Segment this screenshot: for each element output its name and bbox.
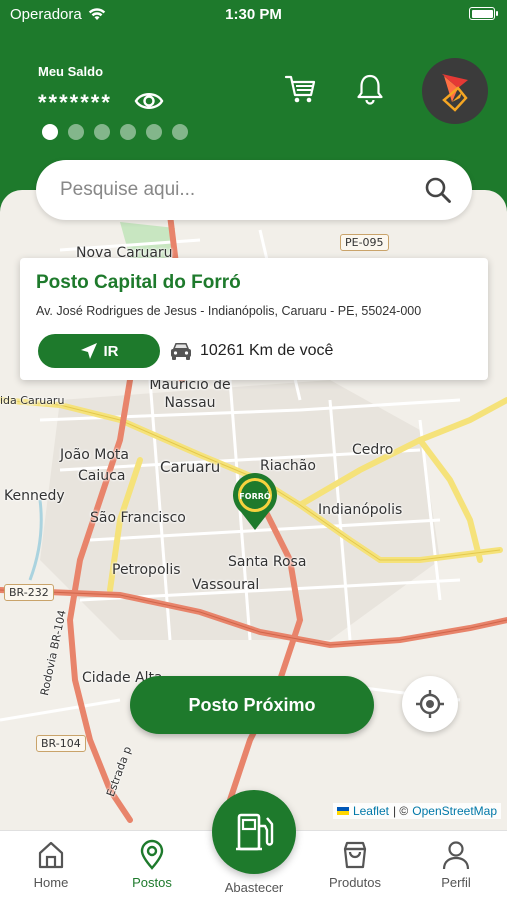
carousel-dot[interactable] bbox=[68, 124, 84, 140]
map-label: Vassoural bbox=[192, 577, 260, 593]
map-pin-icon bbox=[140, 839, 164, 870]
station-map-pin-icon[interactable]: FORRÓ bbox=[229, 470, 281, 532]
map-label: Cedro bbox=[352, 442, 394, 458]
avatar[interactable] bbox=[422, 58, 488, 124]
nav-item-postos[interactable]: Postos bbox=[107, 839, 197, 890]
home-icon bbox=[38, 841, 64, 869]
osm-link[interactable]: OpenStreetMap bbox=[412, 804, 497, 818]
road-shield: BR-232 bbox=[4, 584, 54, 601]
balance-label: Meu Saldo bbox=[38, 64, 104, 79]
ukraine-flag-icon bbox=[336, 807, 349, 815]
crosshair-icon bbox=[416, 690, 444, 718]
station-name: Posto Capital do Forró bbox=[36, 272, 241, 293]
map-attribution: Leaflet | © OpenStreetMap bbox=[332, 803, 501, 819]
search-icon[interactable] bbox=[424, 176, 452, 204]
carousel-dot[interactable] bbox=[146, 124, 162, 140]
nav-item-perfil[interactable]: Perfil bbox=[411, 839, 501, 890]
shopping-bag-icon bbox=[343, 841, 367, 869]
balance-carousel-dots[interactable] bbox=[42, 124, 188, 140]
nav-item-home[interactable]: Home bbox=[6, 839, 96, 890]
eye-icon[interactable] bbox=[134, 86, 164, 116]
search-input[interactable] bbox=[60, 174, 420, 206]
battery-icon bbox=[469, 7, 498, 20]
nearest-station-button[interactable]: Posto Próximo bbox=[130, 676, 374, 734]
pin-label: FORRÓ bbox=[239, 490, 271, 501]
map-label: Santa Rosa bbox=[228, 554, 307, 570]
carousel-dot[interactable] bbox=[172, 124, 188, 140]
carousel-dot[interactable] bbox=[120, 124, 136, 140]
search-bar bbox=[36, 160, 472, 220]
bell-icon[interactable] bbox=[353, 72, 387, 106]
nav-item-produtos[interactable]: Produtos bbox=[310, 839, 400, 890]
go-button[interactable]: IR bbox=[38, 334, 160, 368]
attribution-separator: | © bbox=[392, 804, 409, 818]
brand-logo-icon bbox=[442, 74, 468, 112]
go-button-label: IR bbox=[103, 342, 119, 360]
map-label: Caruaru bbox=[160, 458, 221, 476]
nav-label-abastecer: Abastecer bbox=[224, 880, 284, 895]
cart-icon[interactable] bbox=[284, 72, 318, 106]
distance-text: 10261 Km de você bbox=[200, 342, 334, 359]
navigation-arrow-icon bbox=[80, 343, 97, 359]
station-address: Av. José Rodrigues de Jesus - Indianópol… bbox=[36, 304, 422, 318]
nav-label-perfil: Perfil bbox=[441, 875, 471, 890]
map-label: Maurício de Nassau bbox=[149, 377, 231, 411]
carousel-dot[interactable] bbox=[42, 124, 58, 140]
fuel-pump-icon bbox=[236, 813, 274, 851]
map-label: Caiuca bbox=[78, 468, 126, 484]
station-card[interactable]: Posto Capital do Forró Av. José Rodrigue… bbox=[20, 258, 488, 380]
map-label: João Mota bbox=[60, 447, 130, 463]
status-time: 1:30 PM bbox=[225, 6, 282, 23]
map-label: ida Caruaru bbox=[0, 394, 65, 407]
road-shield: BR-104 bbox=[36, 735, 86, 752]
locate-me-button[interactable] bbox=[402, 676, 458, 732]
nav-label-produtos: Produtos bbox=[328, 875, 382, 890]
map-label: Kennedy bbox=[4, 488, 65, 504]
status-bar: Operadora 1:30 PM bbox=[0, 0, 507, 30]
map-label: Indianópolis bbox=[318, 502, 403, 518]
user-icon bbox=[442, 841, 470, 870]
car-icon bbox=[171, 343, 191, 360]
refuel-button[interactable] bbox=[212, 790, 296, 874]
carousel-dot[interactable] bbox=[94, 124, 110, 140]
road-shield: PE-095 bbox=[340, 234, 389, 251]
map-label: Petropolis bbox=[112, 562, 181, 578]
balance-value: ******* bbox=[38, 90, 112, 115]
nav-label-home: Home bbox=[33, 875, 69, 890]
leaflet-link[interactable]: Leaflet bbox=[353, 804, 389, 818]
map-label: São Francisco bbox=[90, 510, 186, 526]
nav-label-postos: Postos bbox=[132, 875, 172, 890]
